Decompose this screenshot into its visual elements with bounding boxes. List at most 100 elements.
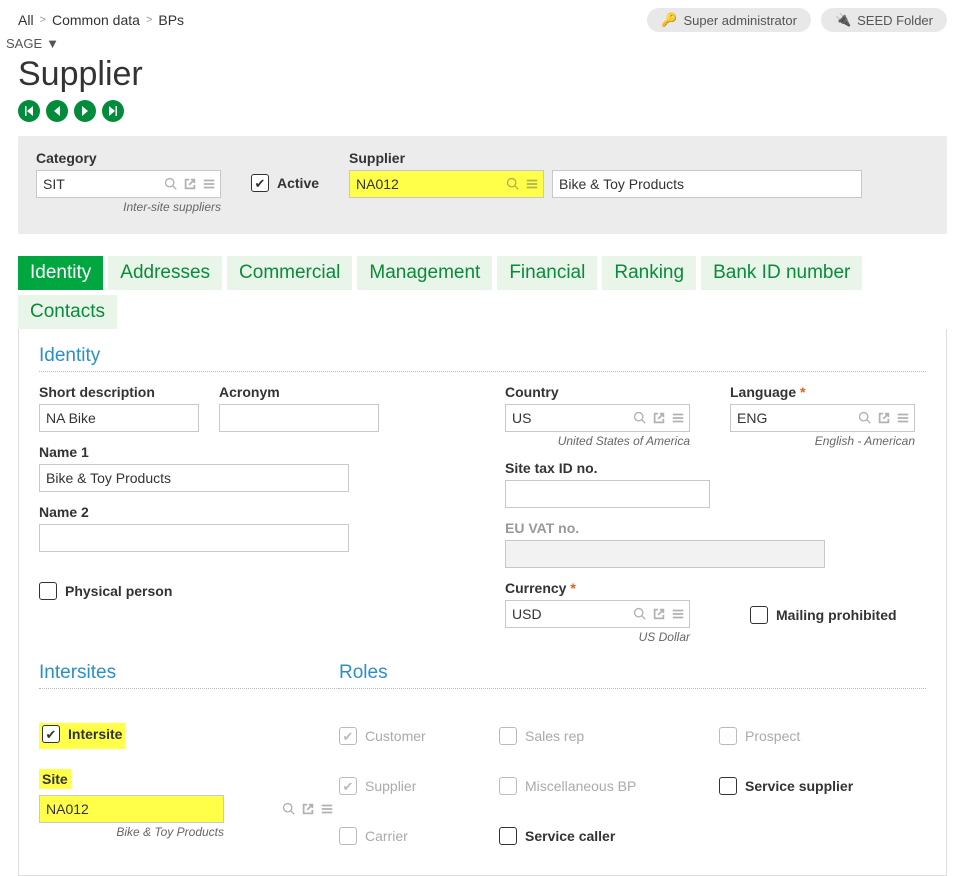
service-caller-label: Service caller <box>525 828 615 844</box>
header-panel: Category Inter-site suppliers Active Sup… <box>18 136 947 234</box>
prospect-checkbox <box>719 727 737 745</box>
chevron-right-icon: > <box>146 14 152 26</box>
record-nav <box>0 94 965 136</box>
site-tax-input[interactable] <box>505 480 710 508</box>
supplier-role-label: Supplier <box>365 778 416 794</box>
search-icon[interactable] <box>632 606 648 622</box>
tab-addresses[interactable]: Addresses <box>108 256 222 290</box>
customer-label: Customer <box>365 728 426 744</box>
physical-person-label: Physical person <box>65 583 172 599</box>
triangle-down-icon: ▼ <box>46 36 59 51</box>
tab-financial[interactable]: Financial <box>497 256 597 290</box>
name1-input[interactable] <box>39 464 349 492</box>
site-input[interactable] <box>39 795 224 823</box>
seed-folder-button[interactable]: 🔌 SEED Folder <box>821 8 947 32</box>
breadcrumb-common-data[interactable]: Common data <box>52 12 140 28</box>
name1-label: Name 1 <box>39 444 489 460</box>
service-caller-checkbox[interactable] <box>499 827 517 845</box>
sales-rep-checkbox <box>499 727 517 745</box>
intersites-section-title: Intersites <box>39 662 339 689</box>
intersite-label: Intersite <box>68 726 122 742</box>
name2-input[interactable] <box>39 524 349 552</box>
jump-icon[interactable] <box>651 410 667 426</box>
roles-section-title: Roles <box>339 662 926 689</box>
tab-management[interactable]: Management <box>357 256 492 290</box>
intersite-checkbox[interactable] <box>42 725 60 743</box>
list-icon[interactable] <box>670 606 686 622</box>
list-icon[interactable] <box>670 410 686 426</box>
site-helper: Bike & Toy Products <box>39 825 224 839</box>
short-desc-label: Short description <box>39 384 199 400</box>
misc-bp-label: Miscellaneous BP <box>525 778 636 794</box>
supplier-name-input[interactable] <box>552 170 862 198</box>
active-checkbox[interactable] <box>251 174 269 192</box>
tabs: Identity Addresses Commercial Management… <box>18 256 947 329</box>
misc-bp-checkbox <box>499 777 517 795</box>
customer-checkbox <box>339 727 357 745</box>
carrier-checkbox <box>339 827 357 845</box>
plug-icon: 🔌 <box>835 12 851 28</box>
active-label: Active <box>277 175 319 191</box>
mailing-prohibited-label: Mailing prohibited <box>776 607 897 623</box>
search-icon[interactable] <box>632 410 648 426</box>
acronym-input[interactable] <box>219 404 379 432</box>
breadcrumb: All > Common data > BPs <box>18 12 184 28</box>
list-icon[interactable] <box>524 176 540 192</box>
tab-ranking[interactable]: Ranking <box>602 256 696 290</box>
country-label: Country <box>505 384 690 400</box>
super-administrator-button[interactable]: 🔑 Super administrator <box>647 8 811 32</box>
country-helper: United States of America <box>505 434 690 448</box>
acronym-label: Acronym <box>219 384 379 400</box>
jump-icon[interactable] <box>182 176 198 192</box>
language-helper: English - American <box>730 434 915 448</box>
chevron-right-icon: > <box>40 14 46 26</box>
identity-section-title: Identity <box>39 345 926 372</box>
prev-record-button[interactable] <box>46 100 68 122</box>
identity-panel: Identity Short description Acronym Name … <box>18 329 947 876</box>
site-tax-label: Site tax ID no. <box>505 460 926 476</box>
name2-label: Name 2 <box>39 504 489 520</box>
tab-bank-id[interactable]: Bank ID number <box>701 256 862 290</box>
jump-icon[interactable] <box>300 801 316 817</box>
supplier-label: Supplier <box>349 150 862 166</box>
jump-icon[interactable] <box>651 606 667 622</box>
site-label: Site <box>39 769 71 789</box>
supplier-checkbox <box>339 777 357 795</box>
tab-identity[interactable]: Identity <box>18 256 103 290</box>
tab-commercial[interactable]: Commercial <box>227 256 352 290</box>
search-icon[interactable] <box>163 176 179 192</box>
currency-label: Currency * <box>505 580 690 596</box>
sales-rep-label: Sales rep <box>525 728 584 744</box>
eu-vat-input <box>505 540 825 568</box>
super-admin-label: Super administrator <box>683 13 796 28</box>
sage-label: SAGE <box>6 36 42 51</box>
category-label: Category <box>36 150 221 166</box>
physical-person-checkbox[interactable] <box>39 582 57 600</box>
eu-vat-label: EU VAT no. <box>505 520 926 536</box>
search-icon[interactable] <box>281 801 297 817</box>
breadcrumb-bps[interactable]: BPs <box>158 12 184 28</box>
service-supplier-label: Service supplier <box>745 778 853 794</box>
short-desc-input[interactable] <box>39 404 199 432</box>
list-icon[interactable] <box>895 410 911 426</box>
tab-contacts[interactable]: Contacts <box>18 295 117 329</box>
search-icon[interactable] <box>857 410 873 426</box>
list-icon[interactable] <box>201 176 217 192</box>
breadcrumb-all[interactable]: All <box>18 12 34 28</box>
mailing-prohibited-checkbox[interactable] <box>750 606 768 624</box>
next-record-button[interactable] <box>74 100 96 122</box>
search-icon[interactable] <box>505 176 521 192</box>
language-label: Language * <box>730 384 915 400</box>
currency-helper: US Dollar <box>505 630 690 644</box>
service-supplier-checkbox[interactable] <box>719 777 737 795</box>
first-record-button[interactable] <box>18 100 40 122</box>
list-icon[interactable] <box>319 801 335 817</box>
jump-icon[interactable] <box>876 410 892 426</box>
seed-folder-label: SEED Folder <box>857 13 933 28</box>
page-title: Supplier <box>0 55 965 94</box>
key-icon: 🔑 <box>661 12 677 28</box>
category-helper: Inter-site suppliers <box>36 200 221 214</box>
prospect-label: Prospect <box>745 728 800 744</box>
sage-menu[interactable]: SAGE ▼ <box>6 36 947 51</box>
last-record-button[interactable] <box>102 100 124 122</box>
